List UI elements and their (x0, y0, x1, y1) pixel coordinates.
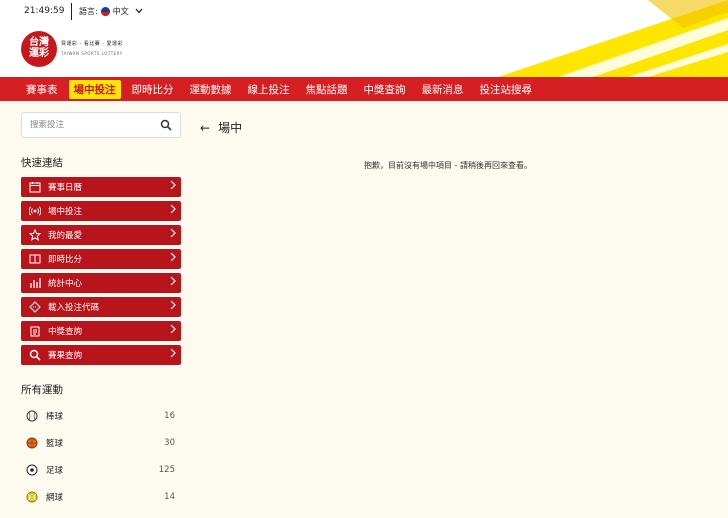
chevron-right-icon (170, 228, 176, 241)
live-broadcast-icon (28, 205, 41, 218)
quick-link[interactable]: 統計中心 (21, 273, 181, 293)
page-title: 場中 (218, 121, 243, 135)
sport-count: 125 (158, 464, 175, 475)
nav-item[interactable]: 焦點話題 (301, 80, 353, 99)
sport-item[interactable]: 棒球 16 (21, 402, 181, 429)
soccer-icon (26, 464, 38, 476)
quick-link-label: 賽事日曆 (48, 183, 83, 193)
quick-links-list: 賽事日曆場中投注我的最愛即時比分統計中心載入投注代碼 中獎查詢賽果查詢 (21, 177, 181, 369)
sport-count: 14 (164, 491, 175, 502)
quick-link-label: 場中投注 (48, 207, 83, 217)
quick-links-title: 快速連結 (21, 157, 63, 169)
search-box (21, 112, 181, 138)
bar-chart-icon (28, 277, 41, 290)
sports-list: 棒球 16 籃球 30 足球 125 網球 14 (21, 402, 181, 510)
language-value: 中文 (112, 7, 129, 16)
tennis-icon (26, 491, 38, 503)
sport-item[interactable]: 網球 14 (21, 483, 181, 510)
search-input[interactable] (30, 120, 160, 130)
scoreboard-icon (28, 253, 41, 266)
quick-link-label: 即時比分 (48, 255, 83, 265)
chevron-right-icon (170, 348, 176, 361)
language-selector[interactable]: 語言: 中文 (79, 6, 143, 17)
quick-link-label: 賽果查詢 (48, 351, 83, 361)
sport-item[interactable]: 足球 125 (21, 456, 181, 483)
quick-link[interactable]: 賽果查詢 (21, 345, 181, 365)
chevron-right-icon (170, 180, 176, 193)
logo-text: 台灣運彩 (29, 37, 49, 59)
nav-item[interactable]: 即時比分 (127, 80, 179, 99)
chevron-down-icon (135, 7, 143, 16)
nav-item[interactable]: 中獎查詢 (359, 80, 411, 99)
nav-item[interactable]: 線上投注 (243, 80, 295, 99)
top-bar: 21:49:59 語言: 中文 台灣運彩 買運彩 · 看比賽 · 愛運彩 TAI… (0, 0, 728, 77)
logo-tagline: 買運彩 · 看比賽 · 愛運彩 TAIWAN SPORTS LOTTERY (61, 40, 123, 56)
sport-count: 30 (164, 437, 175, 448)
quick-link[interactable]: 即時比分 (21, 249, 181, 269)
sport-count: 16 (164, 410, 175, 421)
sport-label: 網球 (46, 492, 64, 503)
nav-item[interactable]: 運動數據 (185, 80, 237, 99)
chevron-right-icon (170, 324, 176, 337)
quick-link[interactable]: 中獎查詢 (21, 321, 181, 341)
basketball-icon (26, 437, 38, 449)
star-icon (28, 229, 41, 242)
quick-link-label: 中獎查詢 (48, 327, 83, 337)
language-label: 語言: (79, 7, 98, 16)
sport-item[interactable]: 籃球 30 (21, 429, 181, 456)
nav-item[interactable]: 投注站搜尋 (475, 80, 538, 99)
sport-label: 足球 (46, 465, 64, 476)
clock: 21:49:59 (24, 6, 65, 16)
logo[interactable]: 台灣運彩 (21, 31, 57, 67)
clipboard-icon (28, 325, 41, 338)
ticket-icon (28, 301, 41, 314)
quick-link[interactable]: 場中投注 (21, 201, 181, 221)
nav-item[interactable]: 賽事表 (21, 80, 63, 99)
quick-link[interactable]: 賽事日曆 (21, 177, 181, 197)
magnifier-icon (28, 349, 41, 362)
calendar-icon (28, 181, 41, 194)
search-icon[interactable] (160, 116, 172, 135)
chevron-right-icon (170, 252, 176, 265)
quick-link-label: 統計中心 (48, 279, 83, 289)
quick-link[interactable]: 我的最愛 (21, 225, 181, 245)
all-sports-title: 所有運動 (21, 384, 63, 396)
quick-link-label: 我的最愛 (48, 231, 83, 241)
sport-label: 籃球 (46, 438, 64, 449)
back-arrow-icon[interactable]: ← (200, 121, 210, 135)
divider (71, 3, 72, 20)
baseball-icon (26, 410, 38, 422)
logo-tagline-en: TAIWAN SPORTS LOTTERY (61, 51, 123, 56)
header-decoration (498, 0, 728, 77)
quick-link-label: 載入投注代碼 (48, 303, 100, 313)
chevron-right-icon (170, 276, 176, 289)
flag-icon (100, 7, 110, 16)
nav-item[interactable]: 最新消息 (417, 80, 469, 99)
logo-tagline-cn: 買運彩 · 看比賽 · 愛運彩 (61, 41, 124, 47)
page-header: ← 場中 (200, 119, 242, 136)
empty-state-message: 抱歉，目前沒有場中項目 - 請稍後再回來查看。 (364, 161, 532, 170)
quick-link[interactable]: 載入投注代碼 (21, 297, 181, 317)
sport-label: 棒球 (46, 411, 64, 422)
main-nav: 賽事表 場中投注 即時比分 運動數據 線上投注 焦點話題 中獎查詢 最新消息 投注站搜尋 (0, 77, 728, 101)
nav-item[interactable]: 場中投注 (68, 79, 121, 99)
chevron-right-icon (170, 204, 176, 217)
chevron-right-icon (170, 300, 176, 313)
